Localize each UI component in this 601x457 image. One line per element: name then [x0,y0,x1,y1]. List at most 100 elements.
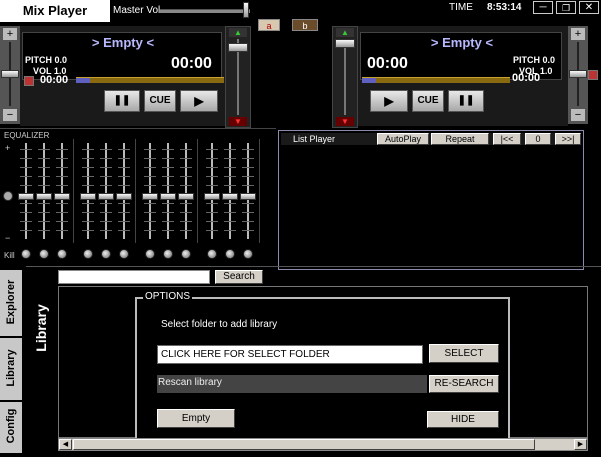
rescan-label: Rescan library [158,377,222,388]
deck-left-pause-button[interactable]: ❚❚ [104,90,140,112]
library-heading: Library [33,304,49,352]
eq-band-slider[interactable] [98,143,114,239]
eq-bands [0,129,276,266]
eq-band-knob[interactable] [18,193,34,200]
repeat-button[interactable]: Repeat [431,133,489,145]
scroll-right-button[interactable]: ▶ [574,439,587,450]
eq-band-knob[interactable] [160,193,176,200]
horizontal-scrollbar[interactable]: ◀ ▶ [58,438,588,451]
equalizer-panel: EQUALIZER + − Kill [0,128,276,265]
close-button[interactable]: ✕ [579,1,599,14]
eq-band-slider[interactable] [160,143,176,239]
deck-right-cue-button[interactable]: CUE [412,90,444,112]
kill-button[interactable] [39,249,49,259]
eq-band-knob[interactable] [204,193,220,200]
select-button[interactable]: SELECT [429,344,499,363]
eq-band-slider[interactable] [18,143,34,239]
deck-left: > Empty < PITCH 0.0 VOL 1.0 00:00 00:00 … [20,26,225,126]
deck-left-display: > Empty < PITCH 0.0 VOL 1.0 00:00 [22,32,222,80]
deck-left-track-title: > Empty < [91,35,155,50]
master-vol-knob[interactable] [243,2,249,18]
eq-band-slider[interactable] [178,143,194,239]
kill-button[interactable] [207,249,217,259]
kill-button[interactable] [145,249,155,259]
right-deck-load-icon[interactable] [588,70,598,80]
eq-band-knob[interactable] [80,193,96,200]
eq-band-slider[interactable] [142,143,158,239]
chevron-up-icon: ▲ [229,28,247,37]
eq-band-slider[interactable] [240,143,256,239]
kill-button[interactable] [163,249,173,259]
left-outer-pitch-slider[interactable]: + − [0,26,20,124]
kill-button[interactable] [83,249,93,259]
eq-band-slider[interactable] [36,143,52,239]
tab-config[interactable]: Config [0,402,22,453]
app-title: Mix Player [0,0,110,22]
right-pitch-knob[interactable] [569,70,587,78]
folder-field[interactable]: CLICK HERE FOR SELECT FOLDER [157,345,423,364]
kill-button[interactable] [225,249,235,259]
deck-left-load-icon[interactable] [24,76,34,86]
left-channel-volume[interactable]: ▲ ▼ [225,26,251,128]
empty-button[interactable]: Empty [157,409,235,428]
minimize-icon: ─ [539,2,547,13]
deck-left-play-button[interactable]: ▶ [180,90,218,112]
autoplay-button[interactable]: AutoPlay [377,133,429,145]
minus-icon: − [3,109,17,121]
master-vol-slider[interactable] [160,9,250,13]
deck-right-progress-bar[interactable] [362,77,510,83]
eq-band-slider[interactable] [54,143,70,239]
eq-band-knob[interactable] [222,193,238,200]
restore-button[interactable]: ❐ [556,1,576,14]
kill-button[interactable] [57,249,67,259]
tab-explorer[interactable]: Explorer [0,270,22,336]
kill-button[interactable] [119,249,129,259]
eq-band-slider[interactable] [80,143,96,239]
crossfader-a-button[interactable]: a [258,19,280,31]
list-player-title: List Player [293,134,336,144]
kill-button[interactable] [181,249,191,259]
deck-left-cue-button[interactable]: CUE [144,90,176,112]
crossfader-b-button[interactable]: b [292,19,318,31]
left-pitch-knob[interactable] [1,70,19,78]
kill-button[interactable] [21,249,31,259]
right-outer-pitch-slider[interactable]: + − [568,26,588,124]
eq-band-knob[interactable] [178,193,194,200]
right-volume-knob[interactable] [335,39,355,48]
previous-button[interactable]: |<< [493,133,521,145]
deck-left-progress-bar[interactable] [76,77,224,83]
kill-button[interactable] [101,249,111,259]
tab-library[interactable]: Library [0,338,22,400]
deck-right-pitch: PITCH 0.0 [513,55,556,65]
deck-right: > Empty < 00:00 PITCH 0.0 VOL 1.0 00:00 … [358,26,568,126]
scroll-left-button[interactable]: ◀ [59,439,72,450]
eq-band-knob[interactable] [54,193,70,200]
deck-right-play-button[interactable]: ▶ [370,90,408,112]
kill-button[interactable] [243,249,253,259]
list-player-header: List Player AutoPlay Repeat |<< 0 >>| [281,133,581,145]
deck-right-pause-button[interactable]: ❚❚ [448,90,484,112]
right-channel-volume[interactable]: ▲ ▼ [332,26,358,128]
minimize-button[interactable]: ─ [533,1,553,14]
eq-band-slider[interactable] [116,143,132,239]
next-button[interactable]: >>| [555,133,581,145]
eq-band-knob[interactable] [116,193,132,200]
search-input[interactable] [58,270,210,284]
left-volume-knob[interactable] [228,43,248,52]
eq-group-separator [135,139,136,243]
eq-band-slider[interactable] [222,143,238,239]
eq-band-knob[interactable] [142,193,158,200]
eq-group-separator [259,139,260,243]
playlist-area[interactable] [281,147,581,267]
eq-band-knob[interactable] [36,193,52,200]
scroll-thumb[interactable] [73,439,535,450]
chevron-down-icon: ▼ [229,117,247,126]
track-counter: 0 [525,133,551,145]
search-button[interactable]: Search [215,270,263,284]
eq-band-slider[interactable] [204,143,220,239]
hide-button[interactable]: HIDE [427,411,499,428]
research-button[interactable]: RE-SEARCH [429,375,499,393]
options-title: OPTIONS [143,291,193,302]
eq-band-knob[interactable] [240,193,256,200]
eq-band-knob[interactable] [98,193,114,200]
